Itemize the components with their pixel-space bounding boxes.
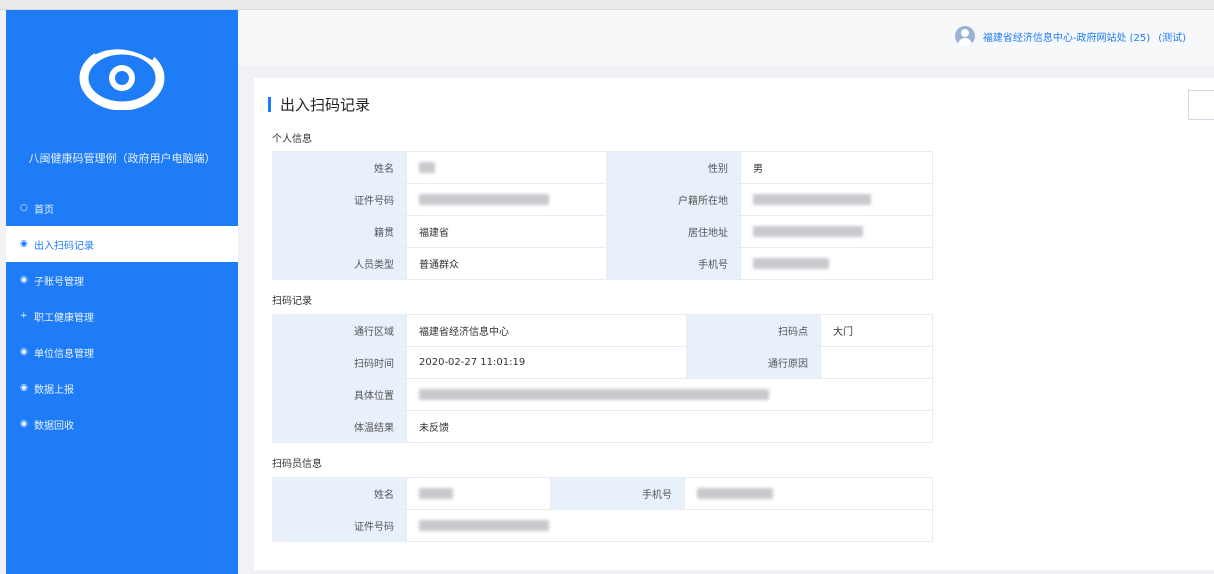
location-value bbox=[406, 378, 933, 411]
reason-label: 通行原因 bbox=[686, 346, 821, 379]
page-title-text: 出入扫码记录 bbox=[280, 96, 371, 114]
gender-value: 男 bbox=[740, 151, 933, 184]
address-label: 居住地址 bbox=[606, 215, 741, 248]
health-icon: + bbox=[20, 311, 28, 321]
menu-item-scan-records[interactable]: ◉ 出入扫码记录 bbox=[6, 226, 238, 262]
scan-point-label: 扫码点 bbox=[686, 314, 821, 347]
phone-value bbox=[740, 247, 933, 280]
menu-item-label: 出入扫码记录 bbox=[34, 240, 94, 252]
scan-point-value: 大门 bbox=[820, 314, 933, 347]
home-icon: ○ bbox=[20, 203, 28, 213]
account-icon: ◉ bbox=[20, 275, 28, 285]
section-scanner-info: 扫码员信息 bbox=[272, 459, 322, 470]
menu-item-sub-accounts[interactable]: ◉ 子账号管理 bbox=[6, 262, 238, 298]
sidebar: 八闽健康码管理例（政府用户电脑端） ○ 首页 ◉ 出入扫码记录 ◉ 子账号管理 … bbox=[6, 10, 238, 574]
scanner-name-value bbox=[406, 477, 551, 510]
address-value bbox=[740, 215, 933, 248]
top-header: 福建省经济信息中心-政府网站处 (25) (测试) bbox=[238, 10, 1214, 65]
recycle-icon: ◉ bbox=[20, 419, 28, 429]
household-value bbox=[740, 183, 933, 216]
native-place-value: 福建省 bbox=[406, 215, 607, 248]
scan-time-label: 扫码时间 bbox=[272, 346, 407, 379]
scanner-phone-label: 手机号 bbox=[550, 477, 685, 510]
menu-item-unit-info[interactable]: ◉ 单位信息管理 bbox=[6, 334, 238, 370]
temperature-label: 体温结果 bbox=[272, 410, 407, 443]
menu-item-data-report[interactable]: ◉ 数据上报 bbox=[6, 370, 238, 406]
scanner-name-label: 姓名 bbox=[272, 477, 407, 510]
phone-label: 手机号 bbox=[606, 247, 741, 280]
id-value bbox=[406, 183, 607, 216]
back-button[interactable] bbox=[1188, 90, 1214, 120]
menu-item-label: 子账号管理 bbox=[34, 276, 84, 288]
user-name: 福建省经济信息中心-政府网站处 (25) bbox=[982, 32, 1151, 44]
app-title: 八闽健康码管理例（政府用户电脑端） bbox=[28, 152, 216, 165]
menu-item-data-recycle[interactable]: ◉ 数据回收 bbox=[6, 406, 238, 442]
scanner-id-label: 证件号码 bbox=[272, 509, 407, 542]
area-value: 福建省经济信息中心 bbox=[406, 314, 687, 347]
name-value bbox=[406, 151, 607, 184]
temperature-value: 未反馈 bbox=[406, 410, 933, 443]
page-title: 出入扫码记录 bbox=[268, 94, 370, 115]
app-logo bbox=[6, 10, 238, 140]
menu-item-label: 单位信息管理 bbox=[34, 348, 94, 360]
section-personal: 个人信息 bbox=[272, 134, 312, 145]
scan-time-value: 2020-02-27 11:01:19 bbox=[406, 346, 687, 379]
person-type-label: 人员类型 bbox=[272, 247, 407, 280]
household-label: 户籍所在地 bbox=[606, 183, 741, 216]
menu-item-label: 首页 bbox=[34, 204, 54, 216]
upload-icon: ◉ bbox=[20, 383, 28, 393]
menu-item-label: 数据回收 bbox=[34, 420, 74, 432]
scanner-info-table: 姓名 手机号 证件号码 bbox=[272, 477, 933, 542]
gender-label: 性别 bbox=[606, 151, 741, 184]
id-label: 证件号码 bbox=[272, 183, 407, 216]
menu-item-staff-health[interactable]: + 职工健康管理 bbox=[6, 298, 238, 334]
scanner-phone-value bbox=[684, 477, 933, 510]
name-label: 姓名 bbox=[272, 151, 407, 184]
unit-icon: ◉ bbox=[20, 347, 28, 357]
scan-record-table: 通行区域 福建省经济信息中心 扫码点 大门 扫码时间 2020-02-27 11… bbox=[272, 314, 933, 443]
logout-link[interactable]: (测试) bbox=[1158, 29, 1186, 44]
menu-item-label: 数据上报 bbox=[34, 384, 74, 396]
menu-item-label: 职工健康管理 bbox=[34, 312, 94, 324]
main-content: 出入扫码记录 个人信息 姓名 性别 男 证件号码 户籍所在地 籍贯 福建省 居住… bbox=[254, 78, 1214, 570]
sidebar-menu: ○ 首页 ◉ 出入扫码记录 ◉ 子账号管理 + 职工健康管理 ◉ 单位信息管理 … bbox=[6, 190, 238, 442]
section-scan-record: 扫码记录 bbox=[272, 296, 312, 307]
records-icon: ◉ bbox=[20, 239, 28, 249]
user-info[interactable]: 福建省经济信息中心-政府网站处 (25) (测试) bbox=[954, 26, 1186, 46]
location-label: 具体位置 bbox=[272, 378, 407, 411]
native-place-label: 籍贯 bbox=[272, 215, 407, 248]
user-avatar-icon bbox=[954, 26, 975, 46]
area-label: 通行区域 bbox=[272, 314, 407, 347]
logo-icon bbox=[79, 40, 165, 110]
person-type-value: 普通群众 bbox=[406, 247, 607, 280]
browser-bookmarks-bar bbox=[0, 0, 1214, 10]
menu-item-home[interactable]: ○ 首页 bbox=[6, 190, 238, 226]
title-accent-bar bbox=[268, 97, 271, 112]
scanner-id-value bbox=[406, 509, 933, 542]
personal-info-table: 姓名 性别 男 证件号码 户籍所在地 籍贯 福建省 居住地址 人员类型 普通群众… bbox=[272, 151, 933, 280]
reason-value bbox=[820, 346, 933, 379]
